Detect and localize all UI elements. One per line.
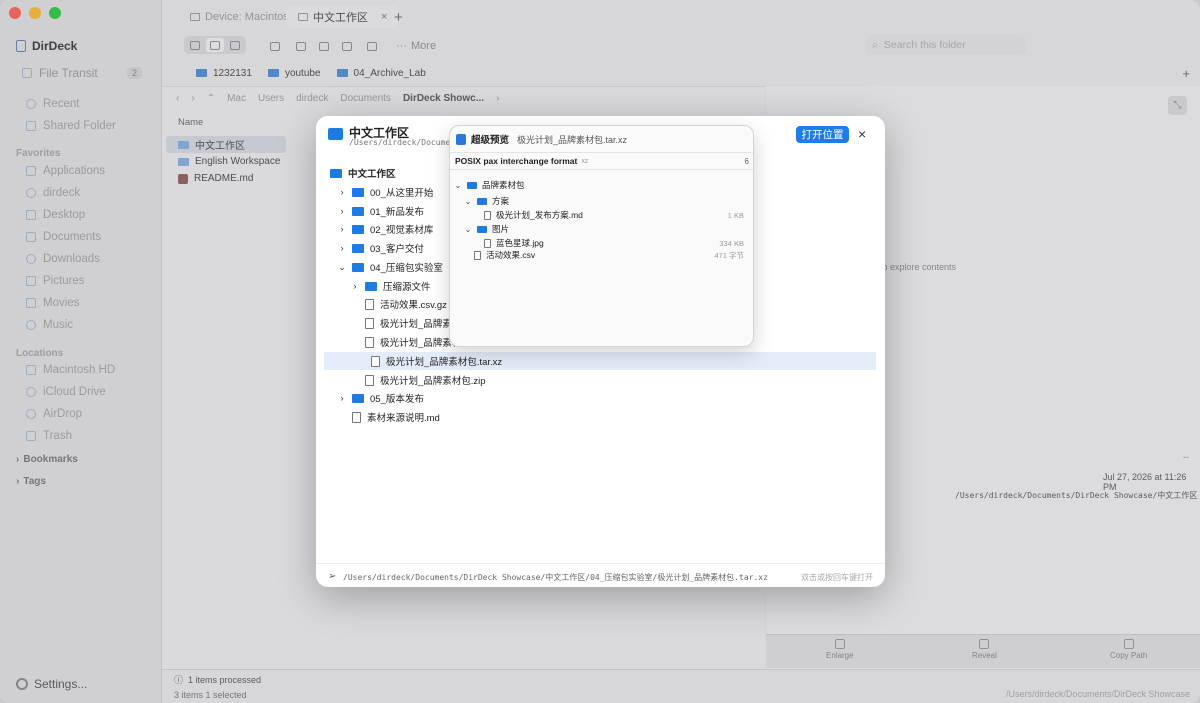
folder-icon <box>328 128 343 140</box>
file-icon <box>371 355 380 367</box>
chevron-down-icon[interactable]: ⌄ <box>464 197 472 206</box>
folder-icon <box>352 224 364 234</box>
super-preview-popover: 超级预览 极光计划_品牌素材包.tar.xz POSIX pax interch… <box>449 125 754 347</box>
tree-row[interactable]: › 05_版本发布 <box>338 389 424 407</box>
folder-icon <box>352 206 364 216</box>
folder-icon <box>365 281 377 291</box>
entry-size: 1 KB <box>727 210 744 220</box>
entry-size: 334 KB <box>719 238 744 248</box>
archive-icon <box>456 133 466 145</box>
file-icon <box>484 210 491 220</box>
folder-icon <box>330 168 342 178</box>
close-icon[interactable]: × <box>858 126 866 142</box>
tree-row-selected[interactable]: 极光计划_品牌素材包.tar.xz <box>324 352 876 370</box>
open-hint: 双击或按回车键打开 <box>801 573 873 582</box>
archive-entry[interactable]: 极光计划_发布方案.md 1 KB <box>484 208 750 222</box>
folder-icon <box>477 225 487 233</box>
archive-entry[interactable]: 活动效果.csv 471 字节 <box>474 248 750 262</box>
tree-row[interactable]: › 00_从这里开始 <box>338 183 434 201</box>
folder-icon <box>477 197 487 205</box>
dialog-footer: ➢ /Users/dirdeck/Documents/DirDeck Showc… <box>316 563 885 587</box>
preview-header: 超级预览 极光计划_品牌素材包.tar.xz <box>450 126 753 152</box>
archive-ext: xz <box>581 157 589 165</box>
tree-row[interactable]: 极光计划_品牌素材包.zip <box>365 371 486 389</box>
file-icon <box>352 411 361 423</box>
entry-count: 6 <box>744 156 749 166</box>
folder-icon <box>467 181 477 189</box>
chevron-right-icon[interactable]: › <box>338 187 346 197</box>
folder-icon <box>352 393 364 403</box>
tree-row[interactable]: › 03_客户交付 <box>338 239 424 257</box>
file-icon <box>365 374 374 386</box>
location-arrow-icon: ➢ <box>328 571 337 582</box>
chevron-down-icon[interactable]: ⌄ <box>338 262 346 273</box>
chevron-right-icon[interactable]: › <box>338 206 346 216</box>
archive-entry[interactable]: ⌄ 图片 <box>464 222 750 236</box>
tree-row[interactable]: 极光计划_品牌素材 <box>365 314 461 332</box>
folder-icon <box>352 262 364 272</box>
archive-entry[interactable]: ⌄ 方案 <box>464 194 750 208</box>
tree-row[interactable]: ⌄ 04_压缩包实验室 <box>338 258 443 276</box>
chevron-down-icon[interactable]: ⌄ <box>464 225 472 234</box>
folder-icon <box>352 243 364 253</box>
tree-row[interactable]: 活动效果.csv.gz <box>365 295 447 313</box>
folder-icon <box>352 187 364 197</box>
preview-filename: 极光计划_品牌素材包.tar.xz <box>517 134 628 145</box>
tree-row[interactable]: › 压缩源文件 <box>351 277 431 295</box>
archive-format: POSIX pax interchange format <box>455 156 578 166</box>
preview-title: 超级预览 <box>471 135 510 146</box>
app-window: DirDeck File Transit 2 Recent Shared Fol… <box>0 0 1200 703</box>
tree-root[interactable]: 中文工作区 <box>330 164 396 182</box>
tree-row[interactable]: › 02_视觉素材库 <box>338 220 434 238</box>
tree-row[interactable]: › 01_新品发布 <box>338 202 424 220</box>
file-icon <box>365 298 374 310</box>
entry-size: 471 字节 <box>714 250 744 260</box>
chevron-right-icon[interactable]: › <box>338 224 346 234</box>
chevron-down-icon[interactable]: ⌄ <box>454 181 462 190</box>
chevron-right-icon[interactable]: › <box>351 281 359 291</box>
archive-entry[interactable]: ⌄ 品牌素材包 <box>454 178 750 192</box>
file-icon <box>365 317 374 329</box>
file-icon <box>484 238 491 248</box>
selected-path: /Users/dirdeck/Documents/DirDeck Showcas… <box>343 573 768 582</box>
file-icon <box>365 336 374 348</box>
chevron-right-icon[interactable]: › <box>338 243 346 253</box>
archive-format-row: POSIX pax interchange format xz 6 <box>450 152 753 170</box>
tree-row[interactable]: 素材来源说明.md <box>352 408 440 426</box>
chevron-right-icon[interactable]: › <box>338 393 346 403</box>
file-icon <box>474 250 481 260</box>
open-location-button[interactable]: 打开位置 <box>796 126 849 143</box>
